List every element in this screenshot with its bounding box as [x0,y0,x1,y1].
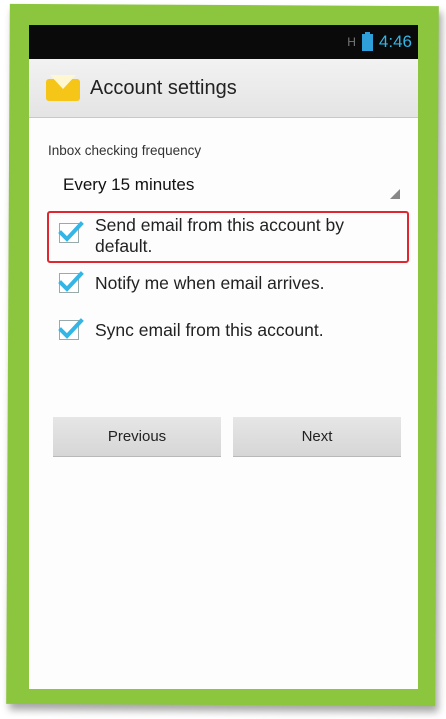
checkbox-send-default[interactable] [58,221,84,243]
checkmark-icon [58,221,84,242]
previous-button[interactable]: Previous [53,417,221,457]
dropdown-arrow-icon [390,189,400,199]
option-label-sync: Sync email from this account. [95,320,324,340]
frequency-spinner[interactable]: Every 15 minutes [48,165,404,205]
status-bar: H 4:46 [29,25,418,59]
signal-icon: H [347,35,356,49]
option-sync[interactable]: Sync email from this account. [29,318,418,341]
checkbox-sync[interactable] [58,318,84,340]
option-send-default[interactable]: Send email from this account by default. [29,215,418,257]
email-app-icon[interactable] [46,73,80,103]
frequency-value: Every 15 minutes [63,175,195,194]
option-label-send-default: Send email from this account by default. [95,215,345,256]
checkmark-icon [58,318,84,339]
page-title: Account settings [90,76,237,99]
option-notify[interactable]: Notify me when email arrives. [29,271,418,294]
phone-screen: H 4:46 Account settings Inbox checking f… [29,25,418,689]
frequency-label: Inbox checking frequency [48,143,202,158]
option-label-notify: Notify me when email arrives. [95,273,325,293]
checkbox-notify[interactable] [58,271,84,293]
checkmark-icon [58,271,84,292]
status-time: 4:46 [378,32,412,51]
next-button[interactable]: Next [233,417,401,457]
battery-icon [361,31,373,51]
action-bar: Account settings [29,59,418,118]
